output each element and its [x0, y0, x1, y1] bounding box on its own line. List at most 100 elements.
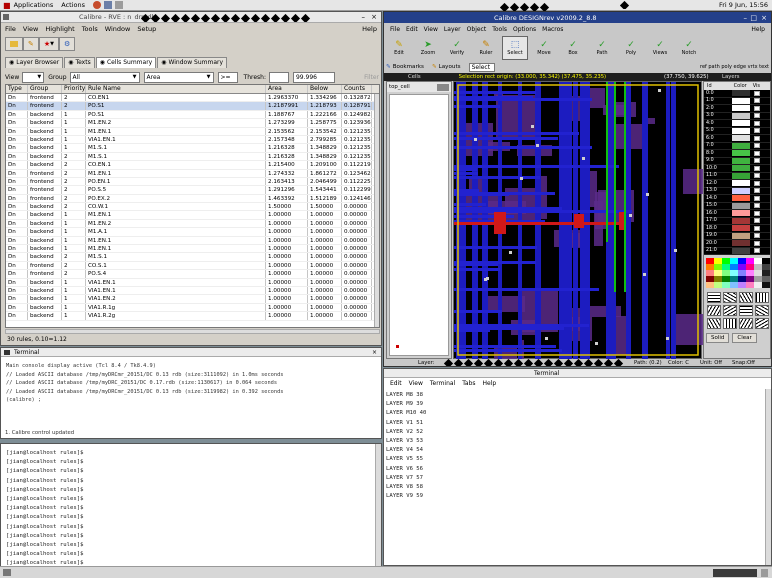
- visibility-checkbox[interactable]: [754, 180, 760, 186]
- bookmarks-button[interactable]: Bookmarks: [393, 64, 424, 70]
- mark-button[interactable]: ★ ▼: [38, 37, 60, 51]
- table-row[interactable]: Dn frontend 2 PO.S1 1.2187991 1.218793 0.12879…: [6, 102, 379, 111]
- vertical-scrollbar[interactable]: [375, 444, 381, 577]
- col-group[interactable]: Group: [28, 85, 62, 93]
- table-row[interactable]: Dn backend 1 PO.S1 1.188767 1.222166 0.124982: [6, 110, 379, 120]
- tool-ruler-button[interactable]: ✎ Ruler: [473, 36, 499, 60]
- col-rule-name[interactable]: Rule Name: [86, 85, 266, 93]
- gnome-foot-icon[interactable]: ■: [3, 1, 11, 10]
- table-row[interactable]: Dn backend 2 M1.S.1 1.216328 1.348829 0.121235: [6, 152, 379, 162]
- layer-row[interactable]: 6:0: [704, 135, 770, 143]
- table-row[interactable]: Dn backend 1 M1.EN.1 1.00000 1.00000 0.00000: [6, 211, 379, 220]
- visibility-checkbox[interactable]: [754, 195, 760, 201]
- stipple-pattern[interactable]: [755, 305, 769, 316]
- table-row[interactable]: Dn frontend 2 CO.S.1 1.00000 1.00000 0.00000: [6, 261, 379, 271]
- palette-swatch[interactable]: [746, 282, 754, 288]
- table-row[interactable]: Dn backend 1 M1.EN.1 2.153562 2.153542 0.12123…: [6, 127, 379, 136]
- tool-select-button[interactable]: ⬚ Select: [502, 36, 528, 60]
- visibility-checkbox[interactable]: [754, 210, 760, 216]
- table-row[interactable]: Dn backend 1 VIA1.EN.2 1.00000 1.00000 0.00000: [6, 295, 379, 304]
- terminal-titlebar[interactable]: Terminal: [384, 369, 771, 378]
- menu-tools[interactable]: Tools: [82, 25, 98, 33]
- menu-tabs[interactable]: Tabs: [462, 380, 475, 387]
- close-icon[interactable]: ×: [761, 14, 767, 22]
- layer-row[interactable]: 20:0: [704, 240, 770, 248]
- palette-swatch[interactable]: [738, 282, 746, 288]
- layer-row[interactable]: 18:0: [704, 225, 770, 233]
- launcher-icon[interactable]: [115, 1, 124, 9]
- table-row[interactable]: Dn backend 1 M1.A.1 1.00000 1.00000 0.00000: [6, 228, 379, 237]
- table-row[interactable]: Dn backend 1 VIA1.EN.1 1.00000 1.00000 0.00000: [6, 278, 379, 287]
- layer-row[interactable]: 7:0: [704, 142, 770, 150]
- tool-path-button[interactable]: ✓ Path: [589, 36, 615, 60]
- menu-view[interactable]: View: [409, 380, 423, 387]
- cells-tree[interactable]: [389, 94, 449, 356]
- layer-row[interactable]: 5:0: [704, 127, 770, 135]
- visibility-checkbox[interactable]: [754, 98, 760, 104]
- menu-help[interactable]: Help: [751, 26, 765, 33]
- menu-help[interactable]: Help: [483, 380, 497, 387]
- layer-row[interactable]: 21:0: [704, 247, 770, 255]
- tool-views-button[interactable]: ✓ Views: [647, 36, 673, 60]
- layer-row[interactable]: 0:0: [704, 90, 770, 98]
- tool-poly-button[interactable]: ✓ Poly: [618, 36, 644, 60]
- tool-move-button[interactable]: ✓ Move: [531, 36, 557, 60]
- workspace-switcher[interactable]: [713, 568, 757, 577]
- stipple-pattern[interactable]: [739, 318, 753, 329]
- table-row[interactable]: Dn frontend 2 PO.EN.1 2.163413 2.046499 0.1122…: [6, 177, 379, 187]
- menu-macros[interactable]: Macros: [542, 26, 563, 33]
- visibility-checkbox[interactable]: [754, 135, 760, 141]
- window-menu-icon[interactable]: [3, 14, 9, 20]
- tab-window-summary[interactable]: ◉ Window Summary: [157, 56, 228, 68]
- table-row[interactable]: Dn backend 2 CO.EN.1 1.215400 1.209100 0.11221…: [6, 161, 379, 170]
- cell-selector[interactable]: top_cell: [389, 84, 410, 90]
- palette-swatch[interactable]: [722, 282, 730, 288]
- stipple-pattern[interactable]: [755, 318, 769, 329]
- clear-button[interactable]: Clear: [732, 333, 757, 343]
- layer-row[interactable]: 19:0: [704, 232, 770, 240]
- visibility-checkbox[interactable]: [754, 128, 760, 134]
- menu-setup[interactable]: Setup: [137, 25, 156, 33]
- menu-options[interactable]: Options: [513, 26, 536, 33]
- layer-row[interactable]: 14:0: [704, 195, 770, 203]
- table-row[interactable]: Dn backend 1 M1.EN.2 1.00000 1.00000 0.00000: [6, 219, 379, 229]
- menu-object[interactable]: Object: [467, 26, 487, 33]
- layout-canvas[interactable]: [453, 81, 711, 363]
- menu-window[interactable]: Window: [105, 25, 131, 33]
- visibility-checkbox[interactable]: [754, 173, 760, 179]
- menu-terminal[interactable]: Terminal: [430, 380, 455, 387]
- setup-button[interactable]: ⚙: [59, 37, 76, 51]
- vertical-scrollbar[interactable]: [765, 389, 771, 565]
- layouts-button[interactable]: Layouts: [439, 64, 461, 70]
- layer-row[interactable]: 2:0: [704, 105, 770, 113]
- tab-texts[interactable]: ◉ Texts: [64, 56, 95, 68]
- palette-swatch[interactable]: [730, 282, 738, 288]
- layer-row[interactable]: 13:0: [704, 187, 770, 195]
- stipple-pattern[interactable]: [739, 305, 753, 316]
- col-area[interactable]: Area: [266, 85, 308, 93]
- tab-cells-summary[interactable]: ◉ Cells Summary: [95, 56, 157, 68]
- table-row[interactable]: Dn frontend 2 CO.EN1 1.2963370 1.334296 0.1328…: [6, 94, 379, 103]
- tool-notch-button[interactable]: ✓ Notch: [676, 36, 702, 60]
- solid-button[interactable]: Solid: [706, 333, 730, 343]
- terminal-output[interactable]: LAYER M8 38 LAYER M9 39 LAYER M10 40 LAYER …: [386, 391, 426, 501]
- layer-row[interactable]: 8:0: [704, 150, 770, 158]
- table-row[interactable]: Dn backend 1 VIA1.R.2g 1.00000 1.00000 0.00000: [6, 312, 379, 321]
- menu-layer[interactable]: Layer: [444, 26, 461, 33]
- table-row[interactable]: Dn backend 2 M1.S.1 1.00000 1.00000 0.00000: [6, 253, 379, 262]
- visibility-checkbox[interactable]: [754, 158, 760, 164]
- open-db-button[interactable]: [5, 37, 23, 51]
- launcher-icon[interactable]: [93, 1, 102, 9]
- view-select[interactable]: ▼: [22, 71, 45, 83]
- layer-row[interactable]: 11:0: [704, 172, 770, 180]
- minimize-icon[interactable]: –: [362, 13, 366, 21]
- layer-row[interactable]: 10:0: [704, 165, 770, 173]
- visibility-checkbox[interactable]: [754, 240, 760, 246]
- shell-terminal[interactable]: [jian@localhost rules]$ [jian@localhost r…: [0, 443, 382, 578]
- table-row[interactable]: Dn frontend 2 M1.EN.1 1.274332 1.861272 0.1234…: [6, 169, 379, 178]
- table-row[interactable]: Dn backend 1 VIA1.R.1g 1.00000 1.00000 0.00000: [6, 303, 379, 313]
- visibility-checkbox[interactable]: [754, 143, 760, 149]
- vertical-scrollbar[interactable]: [374, 94, 379, 327]
- menu-file[interactable]: File: [5, 25, 16, 33]
- menu-edit[interactable]: Edit: [406, 26, 418, 33]
